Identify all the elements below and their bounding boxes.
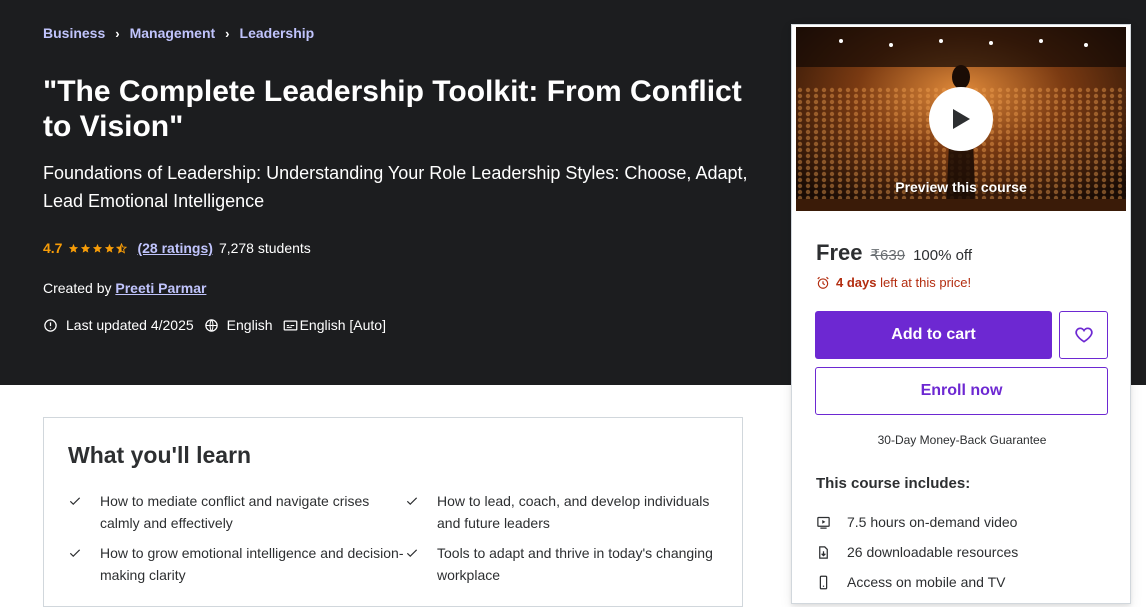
students-count: 7,278 students — [218, 240, 311, 256]
breadcrumb-business[interactable]: Business — [43, 25, 105, 41]
learn-item-text: How to lead, coach, and develop individu… — [437, 493, 710, 531]
chevron-right-icon: › — [115, 25, 120, 41]
list-item: 26 downloadable resources — [816, 537, 1018, 567]
learn-title: What you'll learn — [68, 442, 252, 468]
includes-list: 7.5 hours on-demand video 26 downloadabl… — [816, 507, 1018, 597]
play-button[interactable] — [929, 87, 993, 151]
check-icon — [69, 497, 81, 506]
course-title: "The Complete Leadership Toolkit: From C… — [43, 75, 742, 143]
alarm-clock-icon — [817, 276, 829, 289]
course-language: English — [204, 317, 273, 333]
breadcrumb-management[interactable]: Management — [130, 25, 216, 41]
check-icon — [406, 549, 418, 558]
half-star-icon — [116, 242, 128, 254]
what-you-learn-section: What you'll learn How to mediate conflic… — [43, 417, 743, 607]
list-item: 7.5 hours on-demand video — [816, 507, 1018, 537]
learn-item-text: How to mediate conflict and navigate cri… — [100, 493, 370, 531]
add-to-cart-button[interactable]: Add to cart — [815, 311, 1052, 359]
course-subtitle: Foundations of Leadership: Understanding… — [43, 163, 748, 211]
created-by-label: Created by — [43, 280, 112, 296]
breadcrumb-leadership[interactable]: Leadership — [240, 25, 315, 41]
breadcrumb: Business › Management › Leadership — [43, 25, 314, 41]
check-icon — [69, 549, 81, 558]
language-text: English — [226, 317, 273, 333]
play-icon — [953, 109, 970, 129]
last-updated: Last updated 4/2025 — [43, 317, 194, 333]
star-icon — [81, 243, 91, 253]
ratings-link[interactable]: (28 ratings) — [137, 240, 212, 256]
video-icon — [817, 516, 830, 529]
check-icon — [406, 497, 418, 506]
price-row: Free ₹639 100% off — [816, 240, 972, 266]
closed-captions-icon — [283, 320, 297, 330]
price-timer: 4 days left at this price! — [816, 275, 971, 290]
mobile-icon — [819, 575, 828, 589]
download-icon — [819, 545, 828, 559]
last-updated-text: Last updated 4/2025 — [66, 317, 194, 333]
include-text: 26 downloadable resources — [847, 544, 1019, 560]
includes-title: This course includes: — [816, 475, 971, 492]
star-icon — [69, 243, 79, 253]
course-meta: Last updated 4/2025 English English [Aut… — [43, 317, 396, 333]
star-rating — [68, 242, 128, 254]
heart-icon — [1074, 327, 1093, 343]
star-icon — [93, 243, 103, 253]
include-text: 7.5 hours on-demand video — [847, 514, 1018, 530]
rating-number: 4.7 — [43, 240, 63, 256]
preview-label: Preview this course — [895, 179, 1027, 195]
enroll-now-button[interactable]: Enroll now — [815, 367, 1108, 415]
current-price: Free — [816, 240, 863, 265]
purchase-sidebar: Preview this course Free ₹639 100% off 4… — [791, 24, 1131, 604]
include-text: Access on mobile and TV — [847, 574, 1006, 590]
timer-text: left at this price! — [880, 275, 972, 290]
globe-icon — [204, 318, 218, 332]
money-back-guarantee: 30-Day Money-Back Guarantee — [877, 433, 1047, 447]
captions-text: English [Auto] — [299, 317, 386, 333]
created-by: Created by Preeti Parmar — [43, 280, 206, 296]
learn-list: How to mediate conflict and navigate cri… — [68, 490, 728, 586]
list-item: Access on mobile and TV — [816, 567, 1018, 597]
learn-item: How to mediate conflict and navigate cri… — [68, 490, 405, 534]
timer-days: 4 days — [836, 275, 877, 290]
learn-item: How to grow emotional intelligence and d… — [68, 542, 405, 586]
chevron-right-icon: › — [225, 25, 230, 41]
course-captions: English [Auto] — [283, 317, 386, 333]
original-price: ₹639 — [870, 247, 906, 264]
discount-percent: 100% off — [913, 247, 973, 264]
rating-row: 4.7 (28 ratings) 7,278 students — [43, 240, 311, 256]
learn-item: Tools to adapt and thrive in today's cha… — [405, 542, 725, 586]
learn-item-text: Tools to adapt and thrive in today's cha… — [437, 545, 713, 583]
learn-item: How to lead, coach, and develop individu… — [405, 490, 725, 534]
alert-clock-icon — [44, 318, 57, 332]
learn-item-text: How to grow emotional intelligence and d… — [100, 545, 404, 583]
course-preview[interactable]: Preview this course — [796, 27, 1126, 211]
star-icon — [105, 243, 115, 253]
instructor-link[interactable]: Preeti Parmar — [115, 280, 206, 296]
wishlist-button[interactable] — [1059, 311, 1108, 359]
